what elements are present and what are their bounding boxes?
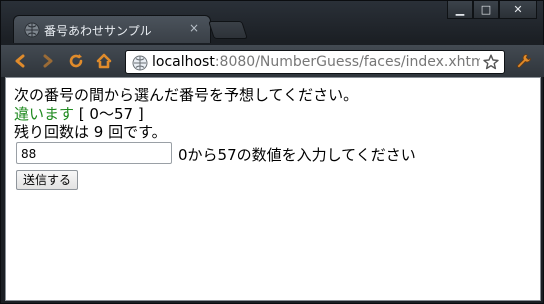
url-host: localhost bbox=[152, 54, 215, 70]
home-button[interactable] bbox=[95, 52, 113, 70]
url-rest: :8080/NumberGuess/faces/index.xhtml bbox=[214, 54, 480, 70]
instruction-text: 次の番号の間から選んだ番号を予想してください。 bbox=[14, 86, 359, 104]
arrow-left-icon bbox=[15, 54, 25, 68]
wrench-icon bbox=[517, 54, 531, 68]
submit-button[interactable]: 送信する bbox=[16, 170, 79, 190]
home-icon bbox=[96, 53, 112, 69]
close-button[interactable]: ✕ bbox=[499, 1, 537, 19]
reload-button[interactable] bbox=[67, 52, 85, 70]
number-input[interactable] bbox=[16, 142, 173, 164]
globe-icon bbox=[132, 55, 148, 71]
tab-close-icon[interactable]: × bbox=[188, 22, 200, 34]
tab-title: 番号あわせサンプル bbox=[44, 24, 152, 38]
tab-numberguess[interactable]: 番号あわせサンプル × bbox=[13, 15, 211, 43]
globe-icon bbox=[24, 22, 40, 38]
window-controls: ▁ □ ✕ bbox=[447, 1, 537, 19]
reload-icon bbox=[69, 54, 83, 68]
remaining-text: 残り回数は 9 回です。 bbox=[14, 123, 167, 141]
new-tab-button[interactable] bbox=[208, 21, 248, 39]
address-bar[interactable]: localhost:8080/NumberGuess/faces/index.x… bbox=[125, 50, 505, 74]
browser-window: 番号あわせサンプル × ▁ □ ✕ localhost:8080/NumberG… bbox=[0, 0, 544, 304]
arrow-right-icon bbox=[43, 54, 53, 68]
maximize-button[interactable]: □ bbox=[473, 1, 499, 19]
page-content: 次の番号の間から選んだ番号を予想してください。 違います [ 0〜57 ] 残り… bbox=[5, 77, 541, 301]
back-button[interactable] bbox=[11, 52, 29, 70]
error-message: 0から57の数値を入力してください bbox=[178, 146, 416, 164]
minimize-button[interactable]: ▁ bbox=[447, 1, 473, 19]
number-input-field[interactable] bbox=[17, 144, 173, 164]
url-text: localhost:8080/NumberGuess/faces/index.x… bbox=[152, 54, 480, 70]
settings-button[interactable] bbox=[515, 52, 533, 70]
title-bar: 番号あわせサンプル × ▁ □ ✕ bbox=[1, 1, 544, 45]
browser-toolbar: localhost:8080/NumberGuess/faces/index.x… bbox=[1, 45, 544, 77]
forward-button[interactable] bbox=[39, 52, 57, 70]
bookmark-star-icon[interactable] bbox=[482, 53, 500, 71]
